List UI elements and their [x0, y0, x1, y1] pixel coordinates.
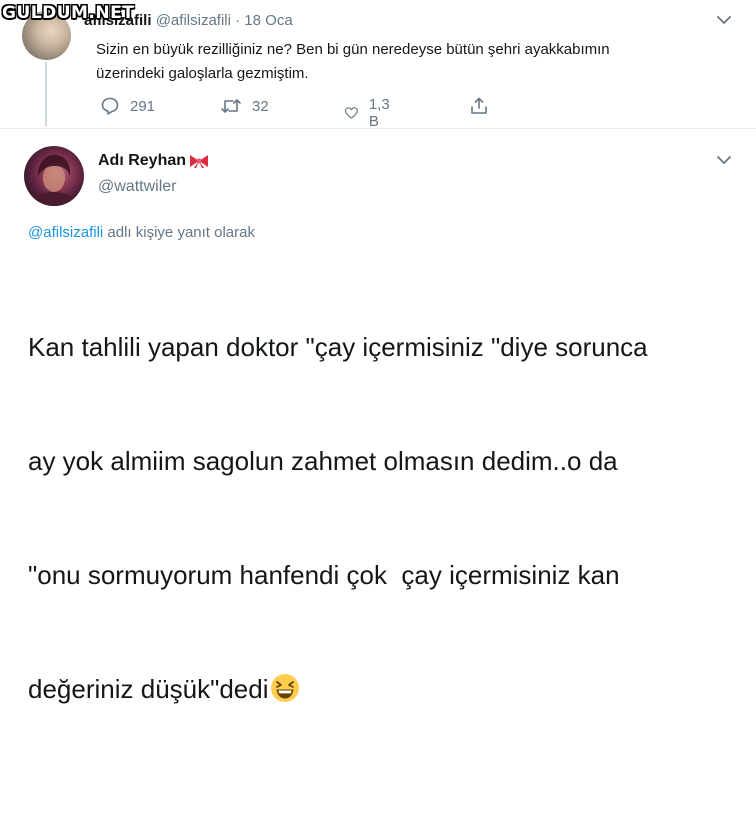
share-button[interactable] [469, 96, 489, 116]
separator: · [235, 12, 241, 29]
reply-icon [101, 97, 119, 115]
laughing-emoji-icon [270, 674, 299, 702]
display-name[interactable]: Adı Reyhan [98, 152, 210, 170]
avatar[interactable] [24, 146, 84, 206]
tweet-text: Sizin en büyük rezilliğiniz ne? Ben bi g… [96, 38, 696, 86]
avatar-portrait [34, 154, 74, 206]
user-handle[interactable]: @afilsizafili [156, 12, 231, 29]
tweet-text-line-last: değeriniz düşük"dedi [28, 670, 748, 746]
share-icon [471, 97, 487, 114]
retweet-button[interactable]: 32 [220, 96, 269, 116]
tweet-text-line: ay yok almiim sagolun zahmet olmasın ded… [28, 446, 618, 476]
thread-connector [45, 62, 47, 126]
reply-count: 291 [130, 97, 156, 115]
like-icon [344, 107, 358, 119]
divider [0, 128, 756, 129]
reply-to-link[interactable]: @afilsizafili [28, 224, 103, 241]
tweet-text: Kan tahlili yapan doktor "çay içermisini… [28, 252, 748, 822]
retweet-icon [221, 99, 241, 113]
bow-emoji-icon [190, 154, 209, 168]
tweet-text-line: üzerindeki galoşlarla gezmiştim. [96, 65, 309, 82]
tweet-text-line: "onu sormuyorum hanfendi çok çay içermis… [28, 560, 620, 590]
watermark-logo: GULDUM.NET [2, 3, 135, 23]
like-button[interactable]: 1,3 B [344, 96, 395, 130]
like-count: 1,3 B [368, 96, 390, 130]
reply-button[interactable]: 291 [100, 96, 155, 116]
tweet-text-line: değeriniz düşük"dedi [28, 674, 269, 704]
chevron-down-icon[interactable] [716, 12, 732, 28]
chevron-down-icon[interactable] [716, 152, 732, 168]
reply-to-text: adlı kişiye yanıt olarak [103, 224, 255, 241]
retweet-count: 32 [252, 97, 269, 115]
user-handle[interactable]: @wattwiler [98, 178, 176, 196]
tweet-text-line: Sizin en büyük rezilliğiniz ne? Ben bi g… [96, 41, 610, 58]
reply-context: @afilsizafili adlı kişiye yanıt olarak [28, 224, 255, 241]
display-name-text: Adı Reyhan [98, 152, 187, 169]
tweet-text-line: Kan tahlili yapan doktor "çay içermisini… [28, 332, 648, 362]
tweet-date[interactable]: 18 Oca [244, 12, 292, 29]
